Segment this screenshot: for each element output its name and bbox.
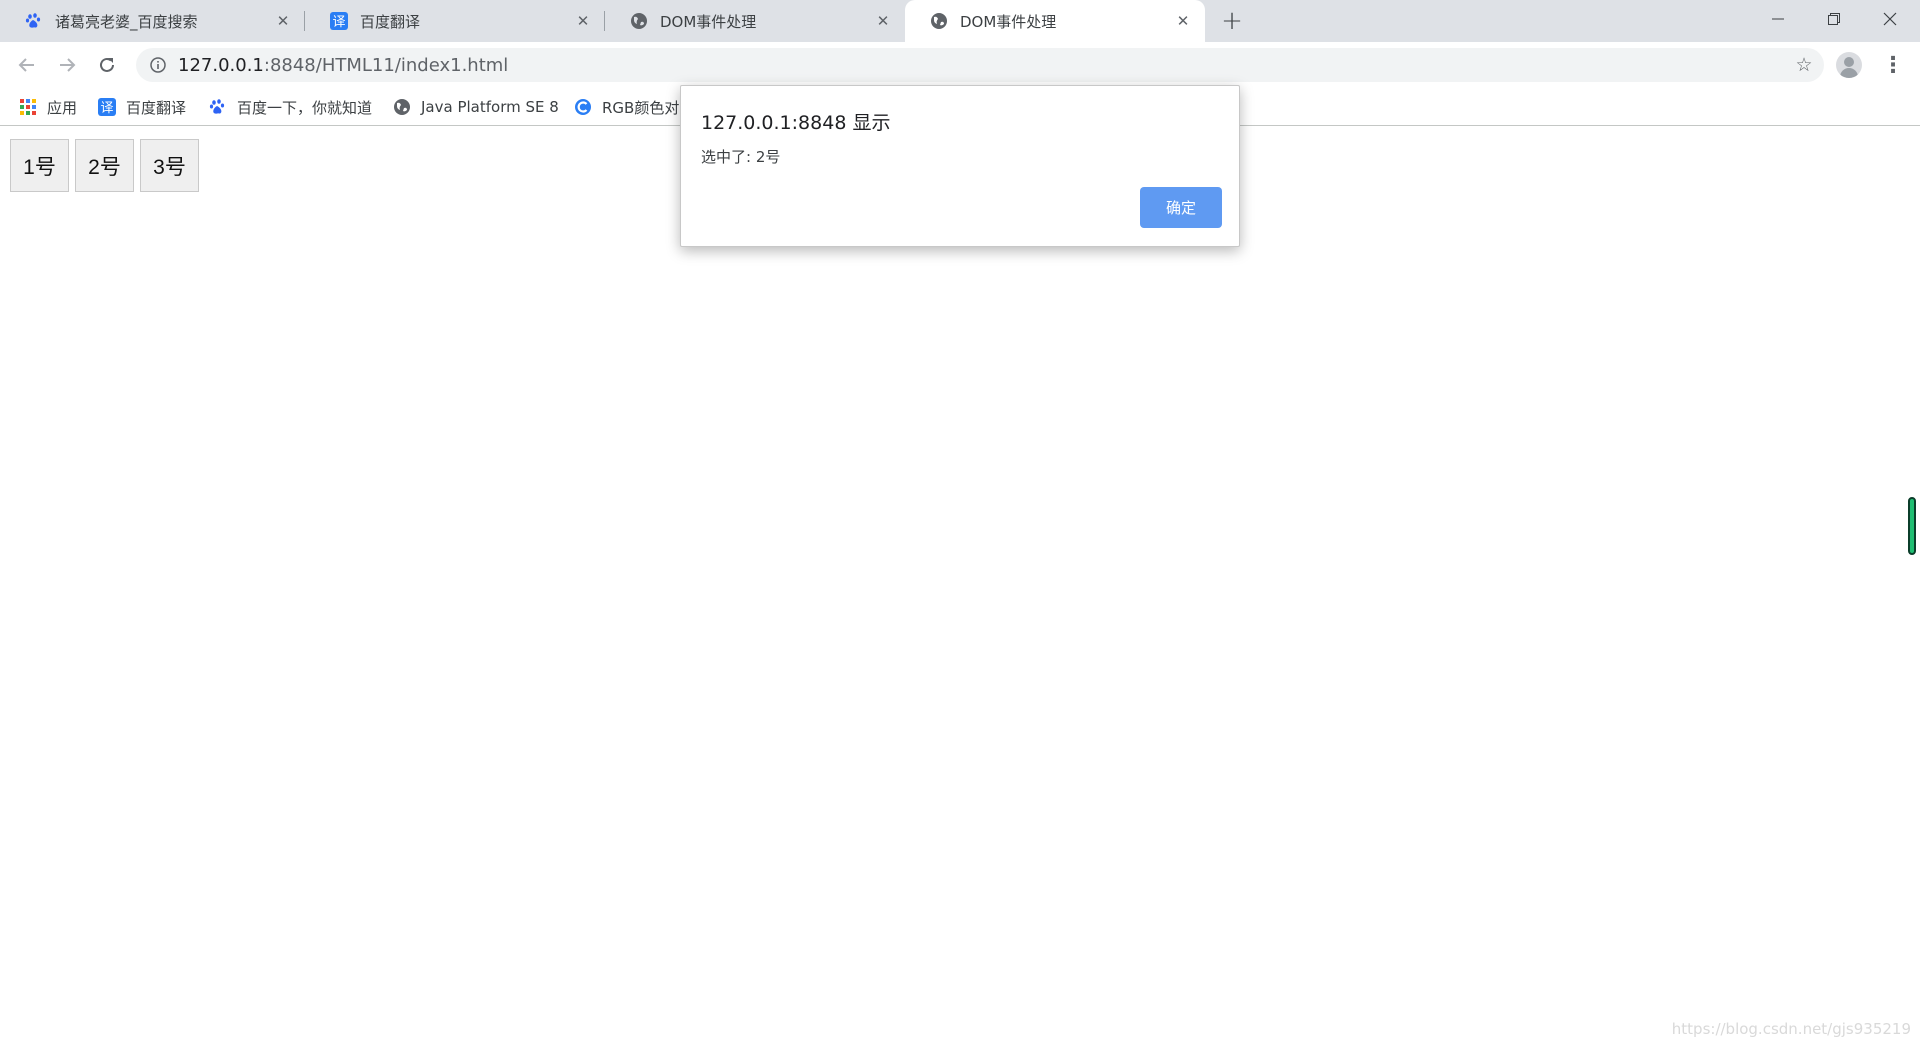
tab-strip: 诸葛亮老婆_百度搜索 ✕ 译 百度翻译 ✕ DOM事件处理 ✕ DOM事件处理 … bbox=[0, 0, 1920, 42]
bookmark-label: 百度一下，你就知道 bbox=[237, 98, 373, 117]
profile-avatar[interactable] bbox=[1836, 52, 1862, 78]
apps-grid-icon bbox=[19, 98, 37, 116]
reload-button[interactable] bbox=[91, 50, 123, 80]
minimize-button[interactable] bbox=[1750, 0, 1806, 38]
baidu-translate-icon: 译 bbox=[329, 12, 348, 31]
new-tab-button[interactable]: + bbox=[1218, 6, 1246, 36]
browser-toolbar: 127.0.0.1:8848/HTML11/index1.html ☆ ⋮ bbox=[0, 42, 1920, 88]
close-icon[interactable]: ✕ bbox=[873, 11, 893, 31]
menu-kebab-icon[interactable]: ⋮ bbox=[1880, 52, 1906, 78]
globe-icon bbox=[393, 98, 411, 116]
baidu-paw-icon bbox=[209, 98, 227, 116]
avatar-body bbox=[1840, 68, 1858, 78]
back-button[interactable] bbox=[11, 50, 43, 80]
avatar-head bbox=[1844, 57, 1854, 67]
page-content: 1号 2号 3号 https://blog.csdn.net/gjs935219 bbox=[0, 127, 1920, 1042]
globe-icon bbox=[629, 12, 648, 31]
close-icon[interactable]: ✕ bbox=[573, 11, 593, 31]
side-indicator bbox=[1908, 497, 1916, 555]
ok-button[interactable]: 确定 bbox=[1140, 187, 1222, 228]
tab-title: 百度翻译 bbox=[360, 12, 421, 31]
tab-dom-events[interactable]: DOM事件处理 ✕ bbox=[605, 0, 905, 42]
tab-dom-events-active[interactable]: DOM事件处理 ✕ bbox=[905, 0, 1205, 42]
bookmark-label: 百度翻译 bbox=[126, 98, 187, 117]
url-host: 127.0.0.1 bbox=[178, 54, 264, 76]
svg-text:译: 译 bbox=[332, 15, 345, 30]
dialog-title: 127.0.0.1:8848 显示 bbox=[701, 112, 891, 134]
tab-baidu-translate[interactable]: 译 百度翻译 ✕ bbox=[305, 0, 605, 42]
tab-baidu-search[interactable]: 诸葛亮老婆_百度搜索 ✕ bbox=[0, 0, 305, 42]
restore-button[interactable] bbox=[1806, 0, 1862, 38]
close-icon[interactable]: ✕ bbox=[273, 11, 293, 31]
bookmark-apps[interactable]: 应用 bbox=[19, 95, 77, 119]
bookmark-label: RGB颜色对 bbox=[602, 98, 680, 117]
bookmark-rgb[interactable]: RGB颜色对 bbox=[574, 95, 679, 119]
svg-text:译: 译 bbox=[100, 101, 113, 116]
button-3[interactable]: 3号 bbox=[140, 139, 199, 192]
url-text[interactable]: 127.0.0.1:8848/HTML11/index1.html bbox=[178, 55, 508, 76]
tab-title: DOM事件处理 bbox=[660, 12, 757, 31]
bookmark-star-icon[interactable]: ☆ bbox=[1794, 54, 1814, 76]
bookmark-baidu[interactable]: 百度一下，你就知道 bbox=[209, 95, 372, 119]
address-bar[interactable]: 127.0.0.1:8848/HTML11/index1.html ☆ bbox=[136, 48, 1824, 82]
rgb-site-icon bbox=[574, 98, 592, 116]
forward-button[interactable] bbox=[51, 50, 83, 80]
window-close-button[interactable] bbox=[1862, 0, 1918, 38]
tab-title: DOM事件处理 bbox=[960, 12, 1057, 31]
bookmark-label: 应用 bbox=[47, 98, 78, 117]
button-2[interactable]: 2号 bbox=[75, 139, 134, 192]
baidu-paw-icon bbox=[24, 12, 43, 31]
baidu-translate-icon: 译 bbox=[98, 98, 116, 116]
close-icon[interactable]: ✕ bbox=[1173, 11, 1193, 31]
url-path: :8848/HTML11/index1.html bbox=[263, 54, 509, 76]
alert-dialog: 127.0.0.1:8848 显示 选中了: 2号 确定 bbox=[680, 85, 1240, 247]
bookmark-java-platform[interactable]: Java Platform SE 8 bbox=[393, 95, 559, 119]
info-icon[interactable] bbox=[148, 55, 168, 75]
watermark: https://blog.csdn.net/gjs935219 bbox=[1671, 1020, 1911, 1038]
bookmark-label: Java Platform SE 8 bbox=[421, 98, 559, 116]
dialog-message: 选中了: 2号 bbox=[701, 148, 781, 166]
button-1[interactable]: 1号 bbox=[10, 139, 69, 192]
bookmark-baidu-translate[interactable]: 译 百度翻译 bbox=[98, 95, 186, 119]
tab-title: 诸葛亮老婆_百度搜索 bbox=[55, 12, 198, 31]
globe-icon bbox=[929, 12, 948, 31]
